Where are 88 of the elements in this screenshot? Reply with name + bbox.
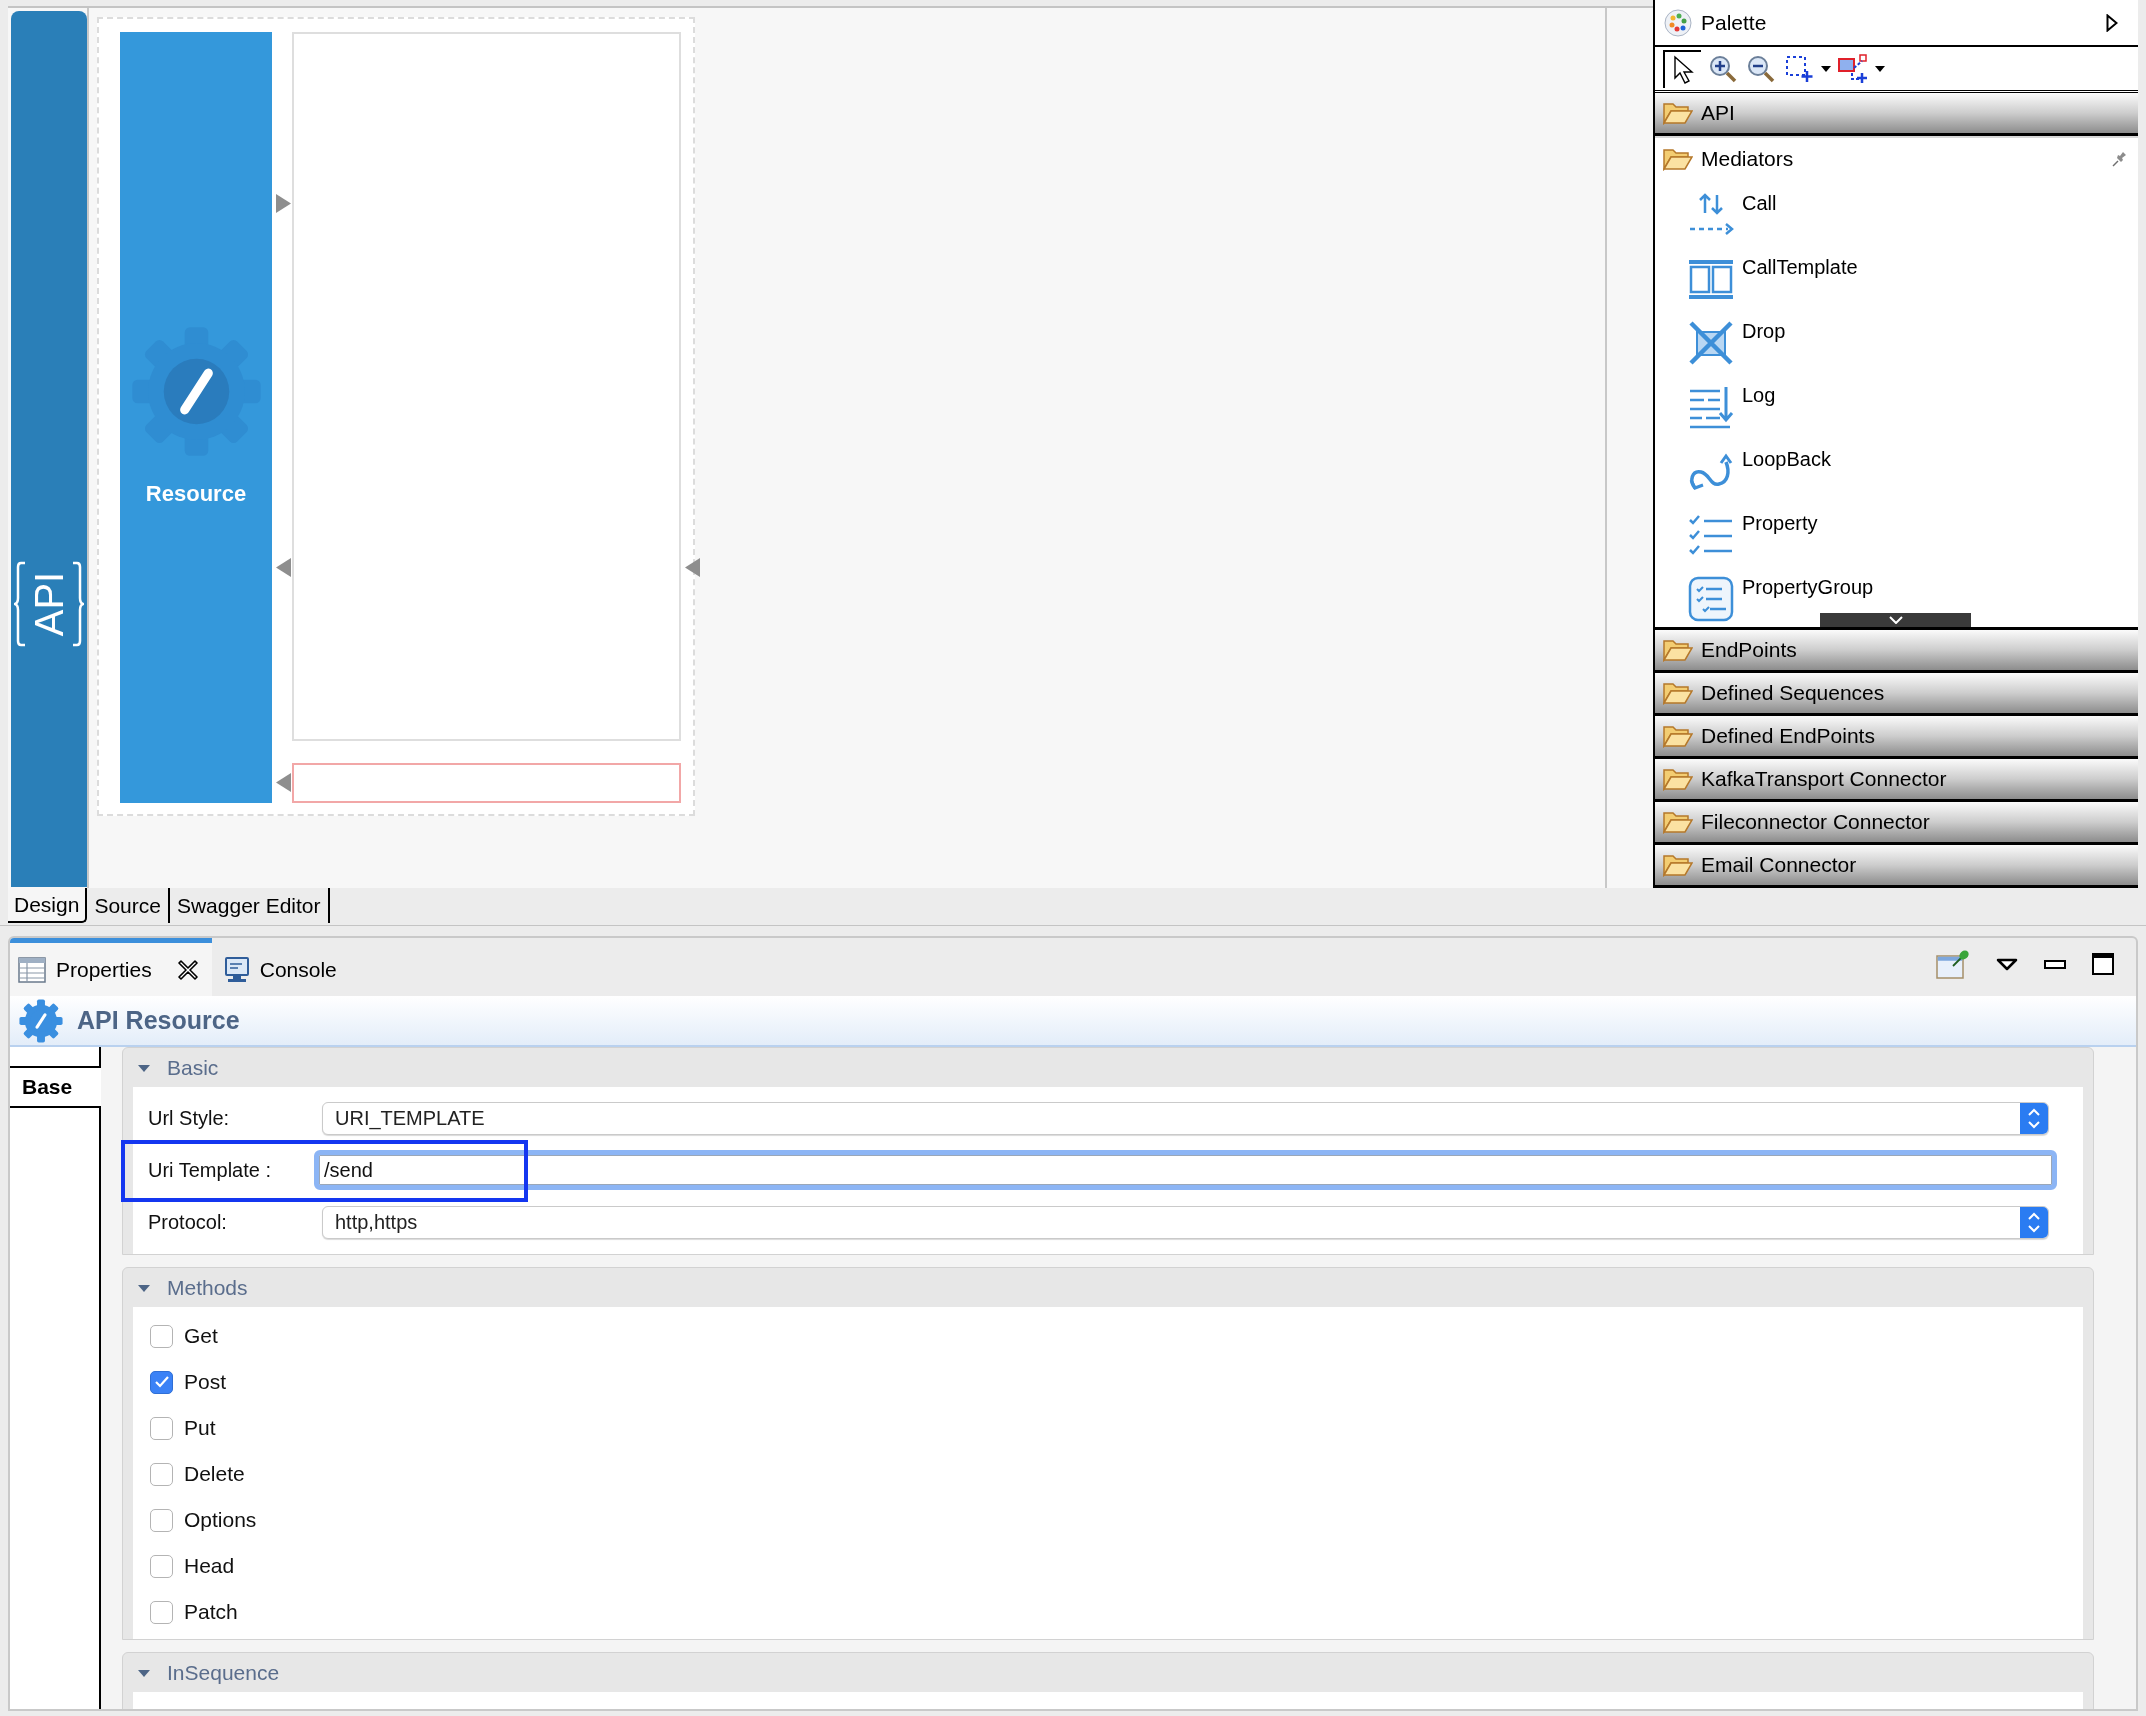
triangle-left-icon	[276, 558, 291, 577]
palette-icon	[1664, 8, 1692, 37]
right-brace-icon	[72, 561, 84, 647]
select-field[interactable]: http,https	[322, 1205, 2049, 1239]
view-tab[interactable]: Properties	[10, 938, 212, 996]
palette-item[interactable]: LoopBack	[1655, 442, 2138, 506]
section-header[interactable]: InSequence	[133, 1653, 2083, 1692]
palette-drawer[interactable]: API	[1655, 93, 2138, 136]
palette-drawer[interactable]: EndPoints	[1655, 630, 2138, 673]
field-label: Url Style:	[147, 1106, 231, 1131]
checkbox-label: Head	[184, 1553, 235, 1580]
triangle-left-icon	[685, 558, 700, 577]
minimize-icon[interactable]	[2044, 959, 2066, 969]
palette-drawer[interactable]: Email Connector	[1655, 845, 2138, 888]
field-label: Uri Template :	[147, 1158, 272, 1183]
folder-icon	[1663, 101, 1693, 125]
view-menu-icon[interactable]	[1996, 957, 2018, 971]
zoom-in-icon	[1709, 54, 1737, 83]
resource-label: Resource	[145, 483, 247, 505]
palette-title: Palette	[1701, 9, 1767, 36]
palette-item[interactable]: CallTemplate	[1655, 250, 2138, 314]
editor-tab[interactable]: Design	[8, 888, 88, 923]
palette-item[interactable]: Property	[1655, 506, 2138, 570]
text-field[interactable]: /send	[314, 1150, 2057, 1190]
chevron-down-icon	[1888, 616, 1903, 624]
folder-icon	[1663, 724, 1693, 748]
close-icon[interactable]	[177, 959, 198, 980]
folder-icon	[1663, 810, 1693, 834]
checkbox[interactable]	[150, 1600, 173, 1624]
caret-down-icon[interactable]	[1875, 65, 1885, 72]
checkbox-label: Options	[184, 1507, 257, 1534]
caret-down-icon[interactable]	[1821, 65, 1831, 72]
checkbox[interactable]	[150, 1462, 173, 1486]
side-tab[interactable]: Base	[10, 1066, 101, 1108]
dashed-selection-icon	[1785, 54, 1813, 83]
view-tab[interactable]: Console	[211, 938, 351, 996]
stepper-icon	[2020, 1102, 2048, 1134]
folder-icon	[1663, 853, 1693, 877]
select-field[interactable]: URI_TEMPLATE	[322, 1101, 2049, 1135]
api-logo-text: API	[29, 571, 69, 637]
checkmark-icon	[154, 1376, 169, 1388]
palette-item[interactable]: Call	[1655, 186, 2138, 250]
palette-drawer[interactable]: Defined EndPoints	[1655, 716, 2138, 759]
checkbox-label: Post	[184, 1369, 227, 1396]
triangle-right-icon	[276, 194, 291, 213]
folder-icon	[1663, 767, 1693, 791]
folder-icon	[1663, 638, 1693, 662]
checkbox-label: Delete	[184, 1461, 245, 1488]
checkbox[interactable]	[150, 1324, 173, 1348]
palette-item[interactable]: Log	[1655, 378, 2138, 442]
checkbox[interactable]	[150, 1508, 173, 1532]
checkbox[interactable]	[150, 1416, 173, 1440]
editor-tab[interactable]: Source	[87, 888, 170, 923]
checkbox-label: Patch	[184, 1599, 238, 1626]
checkbox[interactable]	[150, 1370, 173, 1394]
palette-drawer[interactable]: Defined Sequences	[1655, 673, 2138, 716]
lines-down-arrow-icon	[1688, 384, 1734, 430]
folder-icon	[1663, 147, 1693, 171]
field-label: Protocol:	[147, 1210, 228, 1235]
properties-title: API Resource	[77, 1004, 240, 1036]
palette-tool[interactable]	[1663, 49, 1701, 88]
folder-icon	[1663, 681, 1693, 705]
section-header[interactable]: Methods	[133, 1268, 2083, 1307]
palette-drawer[interactable]: KafkaTransport Connector	[1655, 759, 2138, 802]
checkbox[interactable]	[150, 1554, 173, 1578]
connection-icon	[1838, 53, 1868, 84]
section-header[interactable]: Basic	[133, 1048, 2083, 1087]
checkbox-label: Put	[184, 1415, 216, 1442]
pinned-window-icon[interactable]	[1936, 949, 1970, 979]
arrows-icon	[1688, 192, 1734, 238]
checkbox-label: Get	[184, 1323, 218, 1350]
pin-icon[interactable]	[2112, 151, 2128, 167]
triangle-right-icon[interactable]	[2106, 13, 2118, 32]
triangle-left-icon	[276, 773, 291, 792]
checklist-box-icon	[1688, 576, 1734, 622]
editor-tab[interactable]: Swagger Editor	[169, 888, 330, 923]
table-icon	[18, 956, 46, 983]
palette-drawer[interactable]: Fileconnector Connector	[1655, 802, 2138, 845]
palette-item[interactable]: Drop	[1655, 314, 2138, 378]
left-brace-icon	[14, 561, 26, 647]
gear-icon	[19, 998, 63, 1043]
pointer-icon	[1672, 54, 1694, 85]
monitor-icon	[223, 956, 250, 983]
crossed-box-icon	[1688, 320, 1734, 366]
gear-icon	[130, 326, 262, 457]
stepper-icon	[2020, 1206, 2048, 1238]
zoom-out-icon	[1747, 54, 1775, 83]
maximize-icon[interactable]	[2092, 953, 2114, 975]
